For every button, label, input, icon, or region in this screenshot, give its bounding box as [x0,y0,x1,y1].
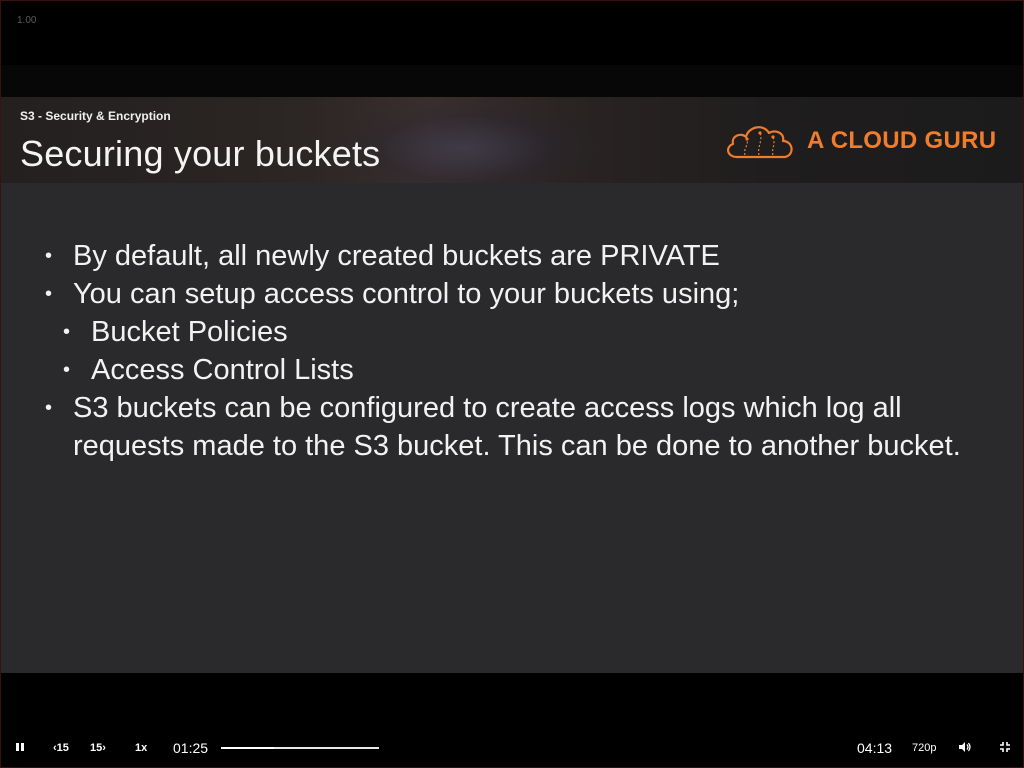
volume-button[interactable] [958,741,972,756]
current-time: 01:25 [173,740,209,756]
exit-fullscreen-icon [1000,742,1010,752]
bullet-list: • By default, all newly created buckets a… [43,237,1003,465]
playback-speed-button[interactable]: 1x [135,742,147,754]
chevron-right-icon: › [102,742,106,754]
video-player[interactable]: 1.00 S3 - Security & Encryption Securing… [0,0,1024,768]
duration: 04:13 [857,740,893,756]
sub-bullet-item: • Access Control Lists [43,351,1003,389]
bullet-text: Bucket Policies [91,316,288,348]
bullet-dot: • [63,359,71,381]
progress-fill [221,747,275,749]
brand-logo: A CLOUD GURU [723,119,996,163]
rewind-label: 15 [56,742,69,754]
bullet-text: Access Control Lists [91,354,354,386]
player-controls: ‹15 15› 1x 01:25 04:13 720p [1,705,1023,767]
sub-bullet-item: • Bucket Policies [43,313,1003,351]
rewind-15-button[interactable]: ‹15 [53,742,69,754]
speed-badge: 1.00 [17,15,37,26]
bullet-text: S3 buckets can be configured to create a… [73,392,961,462]
forward-label: 15 [90,742,103,754]
bullet-item: • By default, all newly created buckets a… [43,237,1003,275]
pause-icon [16,743,24,751]
cloud-logo-icon [727,126,793,159]
pause-button[interactable] [14,741,26,756]
bullet-item: • S3 buckets can be configured to create … [43,389,1003,465]
slide-title: Securing your buckets [20,133,381,174]
exit-fullscreen-button[interactable] [999,741,1011,756]
slide-header: S3 - Security & Encryption Securing your… [1,97,1023,183]
volume-icon [959,742,971,752]
slide-subtitle: S3 - Security & Encryption [20,109,171,123]
bullet-item: • You can setup access control to your bu… [43,275,1003,313]
forward-15-button[interactable]: 15› [90,742,106,754]
bullet-text: You can setup access control to your buc… [73,278,740,310]
progress-bar[interactable] [221,747,379,749]
bullet-dot: • [45,283,53,305]
bullet-dot: • [45,245,53,267]
slide: S3 - Security & Encryption Securing your… [1,97,1023,673]
bullet-dot: • [63,321,71,343]
quality-selector[interactable]: 720p [912,742,936,754]
letterbox-band [1,65,1023,97]
bullet-text: By default, all newly created buckets ar… [73,240,720,272]
bullet-dot: • [45,397,53,419]
brand-text: A CLOUD GURU [807,127,997,154]
